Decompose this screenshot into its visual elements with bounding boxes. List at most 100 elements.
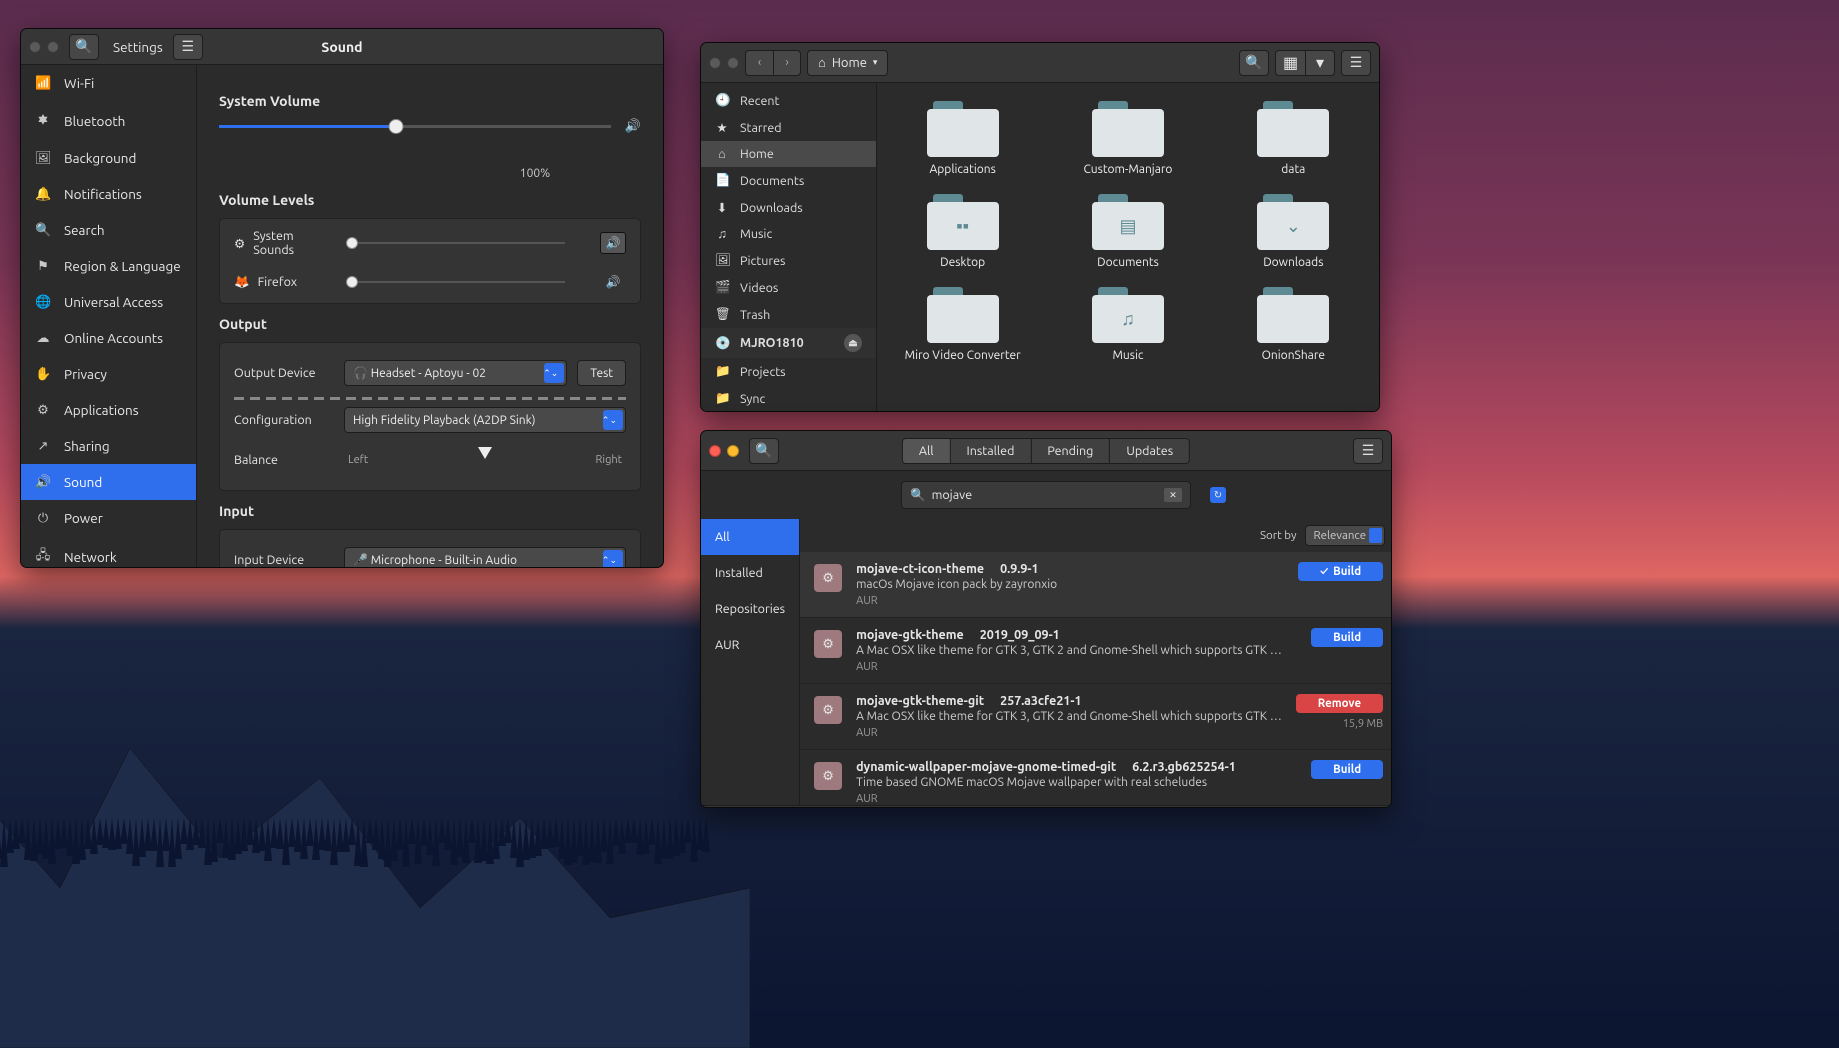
- menu-button[interactable]: ☰: [173, 34, 203, 60]
- sidebar-item-bluetooth[interactable]: 🟌Bluetooth: [21, 101, 196, 140]
- slider-thumb[interactable]: [389, 119, 404, 134]
- sidebar-item-online-accounts[interactable]: ☁Online Accounts: [21, 320, 196, 356]
- software-sidebar-installed[interactable]: Installed: [701, 555, 799, 591]
- software-sidebar-repositories[interactable]: Repositories: [701, 591, 799, 627]
- input-device-dropdown[interactable]: 🎤 Microphone - Built-in Audio ⌃⌄: [344, 547, 626, 567]
- output-device-label: Output Device: [234, 366, 334, 380]
- refresh-button[interactable]: ↻: [1210, 487, 1226, 503]
- close-button[interactable]: [29, 41, 41, 53]
- eject-button[interactable]: ⏏: [844, 334, 862, 352]
- package-icon: ⚙: [814, 762, 842, 790]
- folder-icon: ⌄: [1257, 194, 1329, 250]
- fold-icon: 📁: [715, 364, 729, 379]
- sidebar-item-sharing[interactable]: ↗Sharing: [21, 428, 196, 464]
- files-sidebar-music[interactable]: ♫Music: [701, 221, 876, 247]
- folder-icon: [927, 101, 999, 157]
- package-version: 6.2.r3.gb625254-1: [1132, 760, 1236, 774]
- refresh-icon: ↻: [1214, 489, 1222, 501]
- balance-thumb[interactable]: [478, 447, 492, 459]
- sidebar-item-search[interactable]: 🔍Search: [21, 212, 196, 248]
- output-device-dropdown[interactable]: 🎧 Headset - Aptoyu - 02 ⌃⌄: [344, 360, 567, 386]
- folder-documents[interactable]: ▤Documents: [1092, 194, 1164, 269]
- software-sidebar-aur[interactable]: AUR: [701, 627, 799, 663]
- app-volume-slider[interactable]: [346, 274, 590, 290]
- build-button[interactable]: Build: [1311, 760, 1383, 779]
- sidebar-item-region-language[interactable]: ⚑Region & Language: [21, 248, 196, 284]
- configuration-dropdown[interactable]: High Fidelity Playback (A2DP Sink) ⌃⌄: [344, 407, 626, 433]
- package-description: Time based GNOME macOS Mojave wallpaper …: [856, 776, 1297, 789]
- view-options-button[interactable]: ▾: [1305, 50, 1335, 76]
- package-name: mojave-gtk-theme: [856, 628, 964, 642]
- sidebar-item-network[interactable]: 🖧Network: [21, 536, 196, 567]
- sort-dropdown[interactable]: Relevance: [1305, 525, 1386, 546]
- tab-all[interactable]: All: [903, 439, 951, 463]
- icon-view-button[interactable]: ▦: [1275, 50, 1305, 76]
- files-sidebar-trash[interactable]: 🗑Trash: [701, 301, 876, 328]
- search-button[interactable]: 🔍: [1239, 50, 1269, 76]
- files-sidebar-documents[interactable]: 📄Documents: [701, 167, 876, 194]
- sidebar-item-privacy[interactable]: ✋Privacy: [21, 356, 196, 392]
- package-row[interactable]: ⚙mojave-gtk-theme2019_09_09-1A Mac OSX l…: [800, 618, 1392, 684]
- sidebar-item-notifications[interactable]: 🔔Notifications: [21, 176, 196, 212]
- hamburger-button[interactable]: ☰: [1341, 50, 1371, 76]
- minimize-button[interactable]: [727, 57, 739, 69]
- files-sidebar-recent[interactable]: 🕘Recent: [701, 87, 876, 114]
- files-sidebar-projects[interactable]: 📁Projects: [701, 358, 876, 385]
- package-row[interactable]: ⚙mojave-gtk-theme-git257.a3cfe21-1A Mac …: [800, 684, 1392, 750]
- balance-slider[interactable]: Left Right: [344, 447, 626, 473]
- build-button[interactable]: Build: [1311, 628, 1383, 647]
- sidebar-item-sound[interactable]: 🔊Sound: [21, 464, 196, 500]
- sidebar-item-background[interactable]: 🖼Background: [21, 140, 196, 176]
- app-volume-slider[interactable]: [346, 235, 590, 251]
- tab-pending[interactable]: Pending: [1031, 439, 1110, 463]
- mute-button[interactable]: 🔊: [600, 271, 626, 293]
- volume-percent: 100%: [429, 167, 641, 180]
- location-button[interactable]: ⌂ Home ▾: [807, 50, 888, 76]
- search-input[interactable]: 🔍 mojave ✕: [901, 481, 1191, 509]
- minimize-button[interactable]: [47, 41, 59, 53]
- folder-downloads[interactable]: ⌄Downloads: [1257, 194, 1329, 269]
- software-sidebar-all[interactable]: All: [701, 519, 799, 555]
- sidebar-item-power[interactable]: ⏻Power: [21, 500, 196, 536]
- folder-data[interactable]: data: [1257, 101, 1329, 176]
- hamburger-button[interactable]: ☰: [1353, 438, 1383, 464]
- folder-onionshare[interactable]: OnionShare: [1257, 287, 1329, 362]
- remove-button[interactable]: Remove: [1296, 694, 1383, 713]
- clear-search-button[interactable]: ✕: [1164, 488, 1182, 502]
- package-row[interactable]: ⚙dynamic-wallpaper-mojave-gnome-timed-gi…: [800, 750, 1392, 805]
- package-row[interactable]: ⚙mojave-ct-icon-theme0.9.9-1macOs Mojave…: [800, 552, 1392, 618]
- files-sidebar-downloads[interactable]: ⬇Downloads: [701, 194, 876, 221]
- test-button[interactable]: Test: [577, 360, 626, 386]
- search-button[interactable]: 🔍: [69, 34, 99, 60]
- system-volume-slider[interactable]: 🔊: [219, 119, 641, 149]
- close-button[interactable]: [709, 57, 721, 69]
- mute-button[interactable]: 🔊: [600, 232, 626, 254]
- folder-music[interactable]: ♫Music: [1092, 287, 1164, 362]
- minimize-button[interactable]: [727, 445, 739, 457]
- folder-custom-manjaro[interactable]: Custom-Manjaro: [1084, 101, 1173, 176]
- files-sidebar-starred[interactable]: ★Starred: [701, 114, 876, 141]
- sidebar-item-universal-access[interactable]: 🌐Universal Access: [21, 284, 196, 320]
- folder-miro-video-converter[interactable]: Miro Video Converter: [905, 287, 1021, 362]
- folder-applications[interactable]: Applications: [927, 101, 999, 176]
- files-sidebar-videos[interactable]: 🎬Videos: [701, 274, 876, 301]
- files-sidebar-sync[interactable]: 📁Sync: [701, 385, 876, 412]
- files-sidebar-pictures[interactable]: 🖼Pictures: [701, 247, 876, 274]
- search-icon: 🔍: [75, 38, 92, 55]
- slider-thumb[interactable]: [346, 276, 358, 288]
- files-sidebar-mjro1810[interactable]: 💿MJRO1810⏏: [701, 328, 876, 358]
- tab-installed[interactable]: Installed: [951, 439, 1032, 463]
- nav-back-button[interactable]: ‹: [745, 50, 773, 76]
- build-button[interactable]: ✓Build: [1298, 562, 1383, 581]
- tab-updates[interactable]: Updates: [1110, 439, 1189, 463]
- files-sidebar-home[interactable]: ⌂Home: [701, 141, 876, 167]
- search-button[interactable]: 🔍: [749, 438, 779, 464]
- close-button[interactable]: [709, 445, 721, 457]
- sidebar-item-applications[interactable]: ⚙Applications: [21, 392, 196, 428]
- hamburger-icon: ☰: [1350, 54, 1363, 71]
- folder-desktop[interactable]: ▪▪Desktop: [927, 194, 999, 269]
- slider-thumb[interactable]: [346, 237, 358, 249]
- speaker-icon[interactable]: 🔊: [625, 119, 641, 134]
- nav-forward-button[interactable]: ›: [773, 50, 801, 76]
- sidebar-item-wi-fi[interactable]: 📶Wi-Fi: [21, 65, 196, 101]
